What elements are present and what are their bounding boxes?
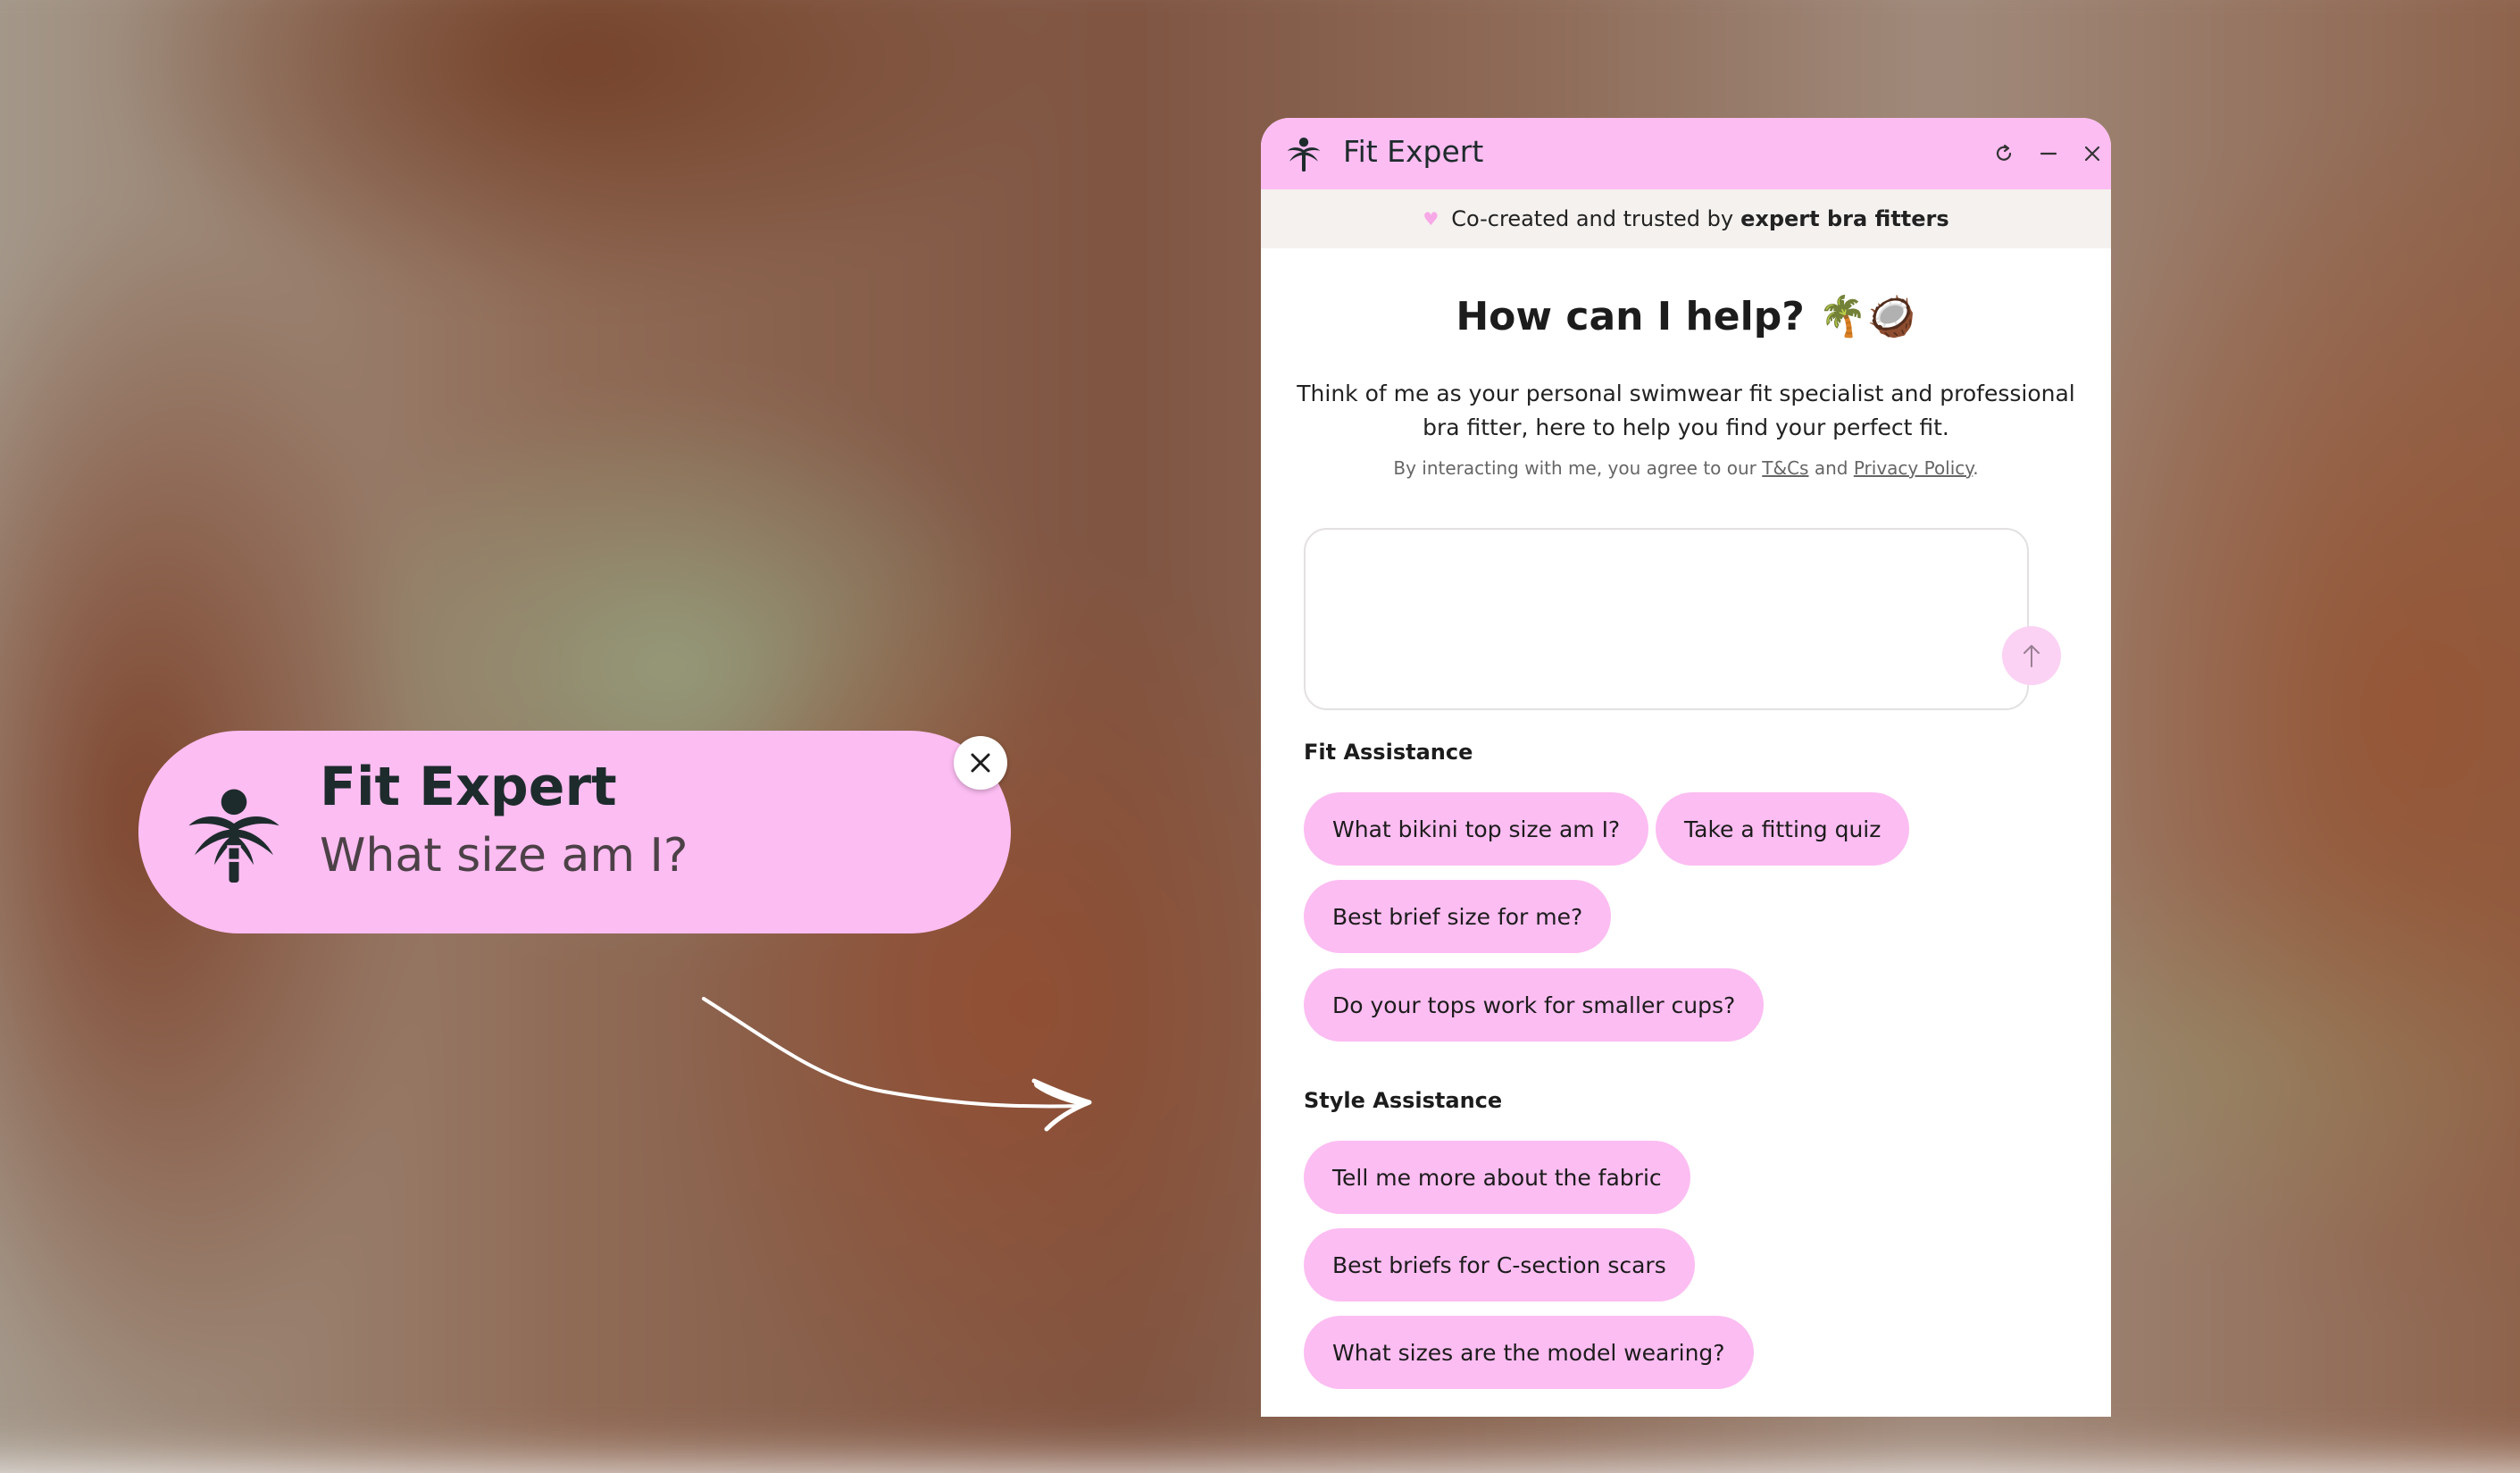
suggestion-chip[interactable]: Best briefs for C-section scars	[1304, 1228, 1695, 1301]
banner-bold-text: expert bra fitters	[1740, 206, 1949, 231]
minimize-icon	[2040, 152, 2057, 155]
legal-suffix: .	[1973, 457, 1979, 479]
chat-header-title: Fit Expert	[1343, 134, 1484, 169]
palm-tree-logo-icon	[188, 789, 280, 883]
send-button[interactable]	[2002, 626, 2061, 685]
style-assistance-label: Style Assistance	[1304, 1088, 1503, 1113]
teaser-close-button[interactable]	[954, 736, 1007, 790]
arrow-up-icon	[2024, 645, 2040, 667]
suggestion-chip[interactable]: What bikini top size am I?	[1304, 792, 1649, 866]
teaser-subtitle: What size am I?	[320, 829, 688, 883]
legal-and: and	[1814, 457, 1848, 479]
palm-tree-logo-icon	[1287, 138, 1321, 172]
close-icon	[2084, 146, 2100, 162]
close-icon	[971, 753, 990, 773]
suggestion-chip[interactable]: Do your tops work for smaller cups?	[1304, 968, 1765, 1042]
close-chat-button[interactable]	[2076, 138, 2108, 170]
curved-arrow-icon	[702, 997, 1092, 1132]
help-heading: How can I help? 🌴🥥	[1456, 294, 1916, 339]
message-input[interactable]	[1323, 544, 1952, 682]
fit-expert-chat-panel: Fit Expert ♥ Co-created and trusted by e…	[1261, 118, 2111, 1417]
trust-banner: ♥ Co-created and trusted by expert bra f…	[1261, 189, 2111, 248]
chat-header: Fit Expert	[1261, 118, 2111, 189]
help-description: Think of me as your personal swimwear fi…	[1297, 381, 2075, 440]
suggestion-chip[interactable]: Best brief size for me?	[1304, 880, 1612, 953]
suggestion-chip[interactable]: What sizes are the model wearing?	[1304, 1316, 1754, 1389]
message-input-box	[1304, 528, 2061, 710]
fit-expert-launcher[interactable]: Fit Expert What size am I?	[138, 731, 1011, 933]
privacy-policy-link[interactable]: Privacy Policy	[1854, 457, 1973, 479]
heart-icon: ♥	[1423, 208, 1439, 230]
banner-text: Co-created and trusted by	[1451, 206, 1734, 231]
minimize-button[interactable]	[2032, 138, 2065, 170]
suggestion-chip[interactable]: Tell me more about the fabric	[1304, 1141, 1690, 1214]
refresh-button[interactable]	[1988, 138, 2020, 170]
legal-notice: By interacting with me, you agree to our…	[1261, 457, 2111, 479]
legal-prefix: By interacting with me, you agree to our	[1393, 457, 1756, 479]
refresh-icon	[1996, 144, 2012, 161]
suggestion-chip[interactable]: Take a fitting quiz	[1656, 792, 1910, 866]
teaser-title: Fit Expert	[320, 756, 617, 818]
terms-link[interactable]: T&Cs	[1762, 457, 1808, 479]
fit-assistance-label: Fit Assistance	[1304, 740, 1473, 765]
